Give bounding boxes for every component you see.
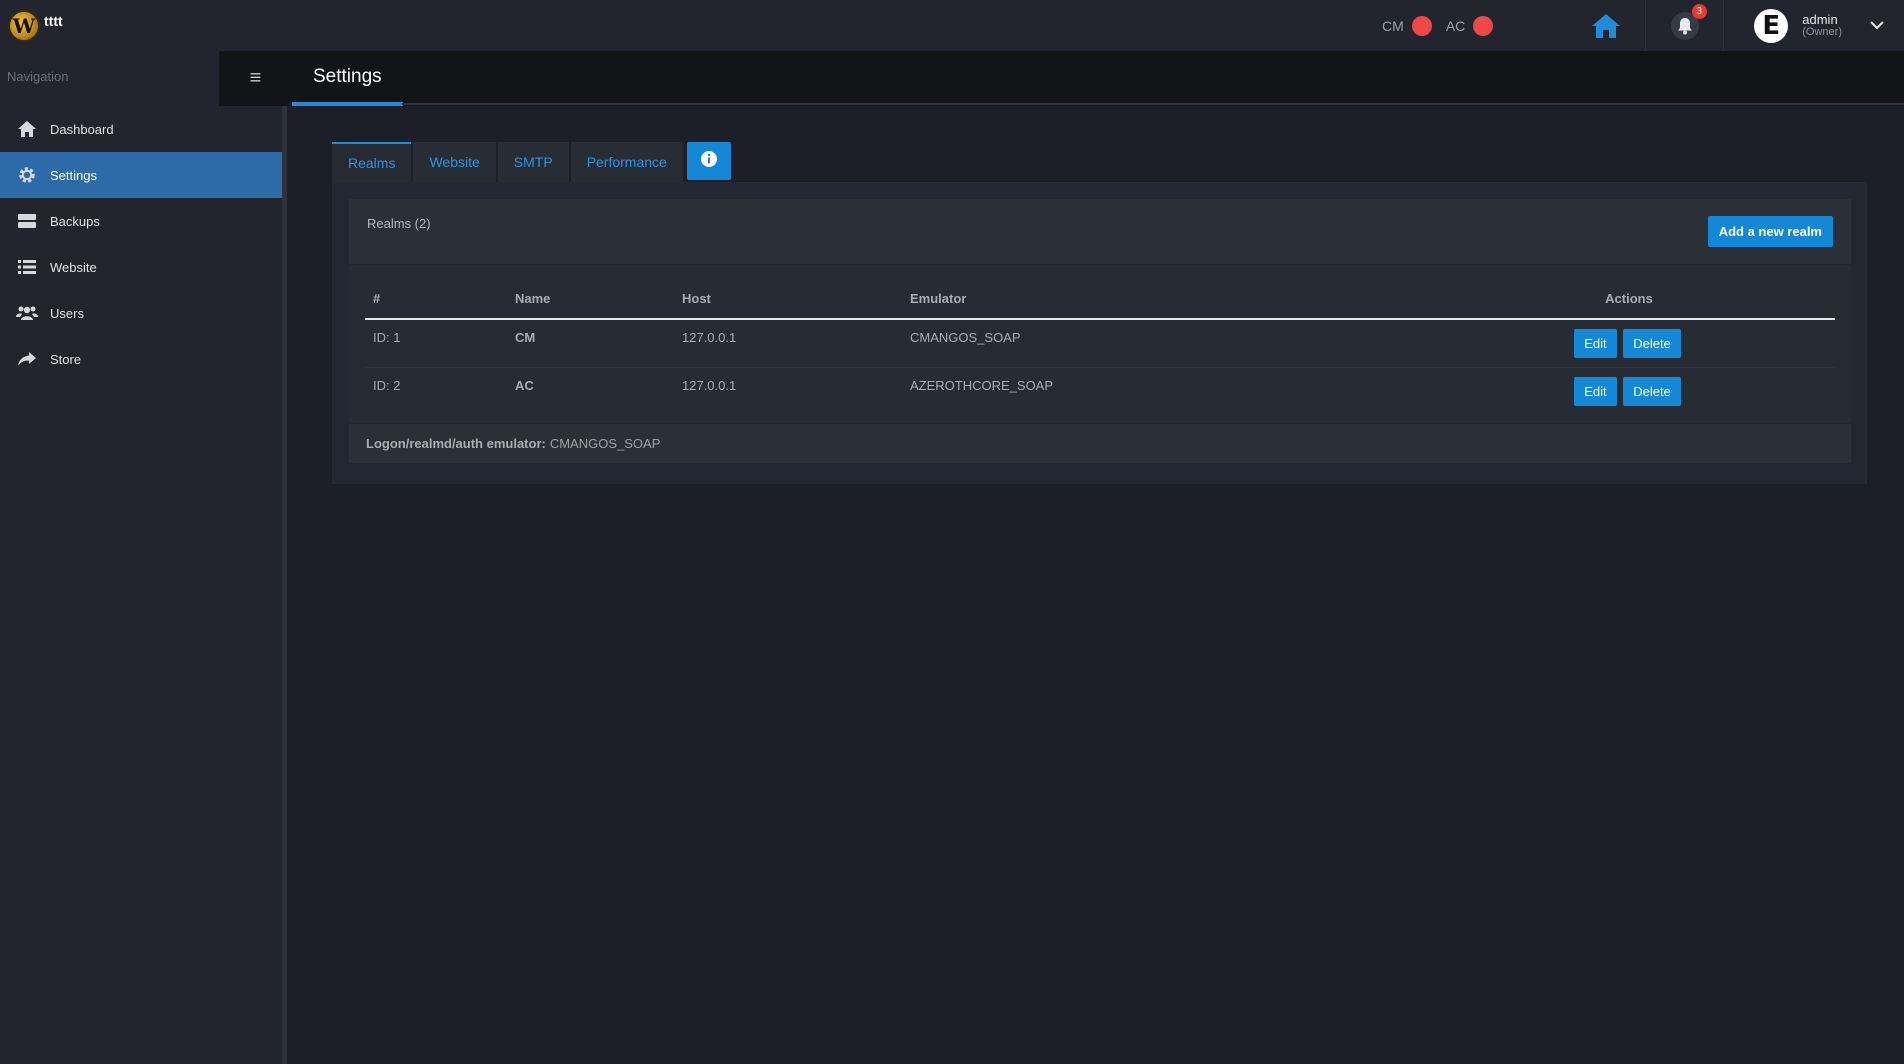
- cell-host: 127.0.0.1: [682, 377, 737, 393]
- page-header: ≡ Settings: [219, 51, 1904, 106]
- cell-actions: Edit Delete: [1415, 319, 1835, 367]
- auth-emulator-label: Logon/realmd/auth emulator:: [366, 436, 546, 451]
- server-icon: [16, 211, 38, 231]
- delete-button[interactable]: Delete: [1623, 376, 1681, 406]
- sidebar-item-label: Settings: [50, 167, 97, 183]
- main-content: Realms Website SMTP Performance Realms (…: [332, 140, 1867, 484]
- avatar: E: [1754, 8, 1789, 43]
- sidebar-item-label: Users: [50, 305, 84, 321]
- chevron-down-icon: [1870, 17, 1884, 35]
- column-header-id: #: [365, 279, 507, 320]
- user-info: admin (Owner): [1802, 11, 1842, 38]
- brand[interactable]: W tttt: [0, 0, 220, 51]
- sidebar-item-label: Dashboard: [50, 121, 114, 137]
- share-icon: [16, 349, 38, 369]
- edit-button[interactable]: Edit: [1574, 376, 1617, 406]
- cell-emulator: AZEROTHCORE_SOAP: [910, 377, 1054, 393]
- header-divider: [402, 103, 1904, 105]
- user-menu[interactable]: E admin (Owner): [1723, 0, 1904, 51]
- sidebar-item-label: Store: [50, 351, 82, 367]
- user-name: admin: [1802, 11, 1838, 27]
- realms-card-header: Realms (2) Add a new realm: [349, 199, 1851, 265]
- auth-emulator-value: CMANGOS_SOAP: [549, 436, 661, 451]
- edit-button[interactable]: Edit: [1574, 328, 1617, 358]
- status-dot-ac: [1473, 15, 1494, 36]
- cell-emulator: CMANGOS_SOAP: [910, 329, 1021, 345]
- brand-name: tttt: [44, 12, 63, 29]
- realms-title: Realms (2): [367, 216, 431, 231]
- brand-logo: W: [8, 9, 40, 42]
- tab-info[interactable]: [686, 142, 731, 180]
- cell-id: ID: 1: [373, 329, 401, 345]
- cell-name: CM: [515, 329, 536, 345]
- bell-icon: 3: [1670, 3, 1707, 40]
- table-row: ID: 2 AC 127.0.0.1 AZEROTHCORE_SOAP Edit…: [365, 367, 1835, 415]
- sidebar-item-users[interactable]: Users: [0, 290, 282, 336]
- delete-button[interactable]: Delete: [1623, 328, 1681, 358]
- notifications-button[interactable]: 3: [1645, 0, 1723, 51]
- home-icon: [16, 119, 38, 139]
- page-title-tab: Settings: [292, 51, 403, 106]
- gear-icon: [16, 165, 38, 185]
- sidebar-item-label: Backups: [50, 213, 100, 229]
- add-realm-button[interactable]: Add a new realm: [1707, 216, 1833, 247]
- sidebar-item-website[interactable]: Website: [0, 244, 282, 290]
- settings-tabs: Realms Website SMTP Performance: [332, 140, 1867, 182]
- notification-count-badge: 3: [1691, 3, 1707, 19]
- user-role: (Owner): [1802, 25, 1842, 38]
- realms-card: Realms (2) Add a new realm # Name Host E…: [349, 199, 1851, 463]
- status-dot-cm: [1411, 15, 1432, 36]
- status-label-ac: AC: [1445, 17, 1466, 34]
- tab-realms[interactable]: Realms: [332, 142, 412, 182]
- sidebar-item-store[interactable]: Store: [0, 336, 282, 382]
- realms-card-footer: Logon/realmd/auth emulator: CMANGOS_SOAP: [349, 423, 1851, 463]
- sidebar-item-label: Website: [50, 259, 97, 275]
- cell-actions: Edit Delete: [1415, 367, 1835, 415]
- top-right-area: CM AC 3 E admin (Owner): [1382, 0, 1904, 51]
- table-header-row: # Name Host Emulator Actions: [365, 279, 1835, 320]
- cell-name: AC: [515, 377, 534, 393]
- cell-host: 127.0.0.1: [682, 329, 737, 345]
- tab-website[interactable]: Website: [413, 142, 496, 182]
- tab-performance[interactable]: Performance: [570, 142, 683, 182]
- sidebar: Navigation Dashboard Settings Backups We…: [0, 51, 287, 1064]
- realms-table-wrap: # Name Host Emulator Actions ID: 1 CM 12…: [349, 265, 1851, 423]
- column-header-actions: Actions: [1415, 279, 1835, 320]
- realms-table: # Name Host Emulator Actions ID: 1 CM 12…: [365, 279, 1835, 415]
- tab-smtp[interactable]: SMTP: [497, 142, 569, 182]
- list-icon: [16, 257, 38, 277]
- home-icon: [1591, 13, 1621, 39]
- table-row: ID: 1 CM 127.0.0.1 CMANGOS_SOAP Edit Del…: [365, 319, 1835, 367]
- tab-panel-realms: Realms (2) Add a new realm # Name Host E…: [332, 182, 1867, 484]
- info-icon: [700, 150, 718, 173]
- sidebar-item-dashboard[interactable]: Dashboard: [0, 106, 282, 152]
- column-header-host: Host: [674, 279, 902, 320]
- top-bar: W tttt CM AC 3 E admin (Owner): [0, 0, 1904, 51]
- page-title: Settings: [313, 65, 382, 87]
- users-icon: [16, 303, 38, 323]
- column-header-name: Name: [507, 279, 674, 320]
- realm-status-group: CM AC: [1382, 15, 1507, 36]
- cell-id: ID: 2: [373, 377, 401, 393]
- status-label-cm: CM: [1382, 17, 1404, 34]
- home-button[interactable]: [1567, 0, 1645, 51]
- column-header-emulator: Emulator: [902, 279, 1415, 320]
- menu-toggle-button[interactable]: ≡: [219, 51, 292, 106]
- sidebar-item-backups[interactable]: Backups: [0, 198, 282, 244]
- sidebar-item-settings[interactable]: Settings: [0, 152, 282, 198]
